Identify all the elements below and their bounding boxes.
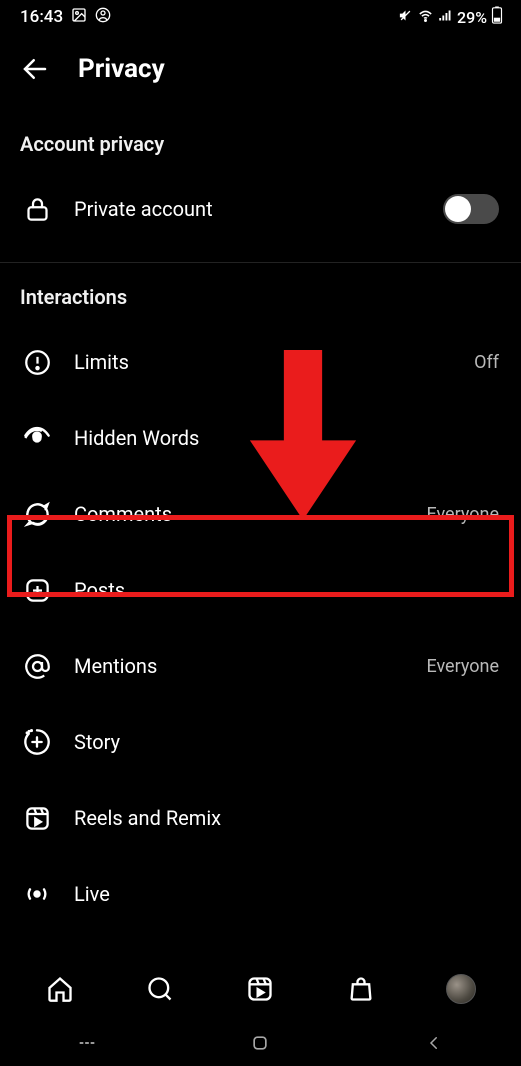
story-label: Story <box>74 730 120 754</box>
comments-label: Comments <box>74 502 172 526</box>
status-bar: 16:43 29% <box>0 0 521 34</box>
page-title: Privacy <box>78 54 165 84</box>
row-live[interactable]: Live <box>0 856 521 932</box>
row-story[interactable]: Story <box>0 704 521 780</box>
android-nav <box>0 1020 521 1066</box>
row-private-account[interactable]: Private account <box>0 171 521 247</box>
alert-circle-icon <box>22 347 52 377</box>
image-icon <box>71 7 87 28</box>
app-bar: Privacy <box>0 34 521 104</box>
live-icon <box>22 879 52 909</box>
row-reels-remix[interactable]: Reels and Remix <box>0 780 521 856</box>
settings-scroll: Account privacy Private account Interact… <box>0 104 521 958</box>
row-hidden-words[interactable]: Hidden Words <box>0 400 521 476</box>
reels-icon <box>22 803 52 833</box>
mute-icon <box>398 8 413 27</box>
nav-profile-avatar[interactable] <box>446 974 476 1004</box>
live-label: Live <box>74 882 110 906</box>
nav-reels-icon[interactable] <box>245 974 275 1004</box>
battery-icon <box>491 6 503 28</box>
android-home-button[interactable] <box>220 1033 300 1053</box>
signal-icon <box>438 8 453 27</box>
row-comments[interactable]: Comments Everyone <box>0 476 521 552</box>
story-add-icon <box>22 727 52 757</box>
comment-icon <box>22 499 52 529</box>
status-time: 16:43 <box>20 7 63 27</box>
section-account-privacy: Account privacy Private account <box>0 104 521 247</box>
section-title-interactions: Interactions <box>0 285 521 324</box>
row-posts[interactable]: Posts <box>0 552 521 628</box>
mentions-value: Everyone <box>426 656 499 677</box>
row-mentions[interactable]: Mentions Everyone <box>0 628 521 704</box>
row-limits[interactable]: Limits Off <box>0 324 521 400</box>
at-sign-icon <box>22 651 52 681</box>
plus-square-icon <box>22 575 52 605</box>
nav-home-icon[interactable] <box>45 974 75 1004</box>
limits-value: Off <box>474 352 499 373</box>
profile-status-icon <box>95 7 111 28</box>
limits-label: Limits <box>74 350 129 374</box>
lock-icon <box>22 194 52 224</box>
wifi-icon <box>417 7 434 28</box>
nav-shop-icon[interactable] <box>346 974 376 1004</box>
battery-percent: 29% <box>457 8 487 27</box>
comments-value: Everyone <box>426 504 499 525</box>
nav-search-icon[interactable] <box>145 974 175 1004</box>
bottom-nav <box>0 958 521 1020</box>
mentions-label: Mentions <box>74 654 157 678</box>
android-back-button[interactable] <box>394 1034 474 1052</box>
android-recents-button[interactable] <box>47 1032 127 1054</box>
private-account-toggle[interactable] <box>443 194 499 224</box>
eye-hide-icon <box>22 423 52 453</box>
section-interactions: Interactions Limits Off Hidden Words <box>0 263 521 932</box>
posts-label: Posts <box>74 578 125 602</box>
private-account-label: Private account <box>74 197 213 221</box>
hidden-words-label: Hidden Words <box>74 426 199 450</box>
avatar <box>446 974 476 1004</box>
reels-remix-label: Reels and Remix <box>74 806 221 830</box>
back-button[interactable] <box>20 54 50 84</box>
section-title-account-privacy: Account privacy <box>0 132 521 171</box>
